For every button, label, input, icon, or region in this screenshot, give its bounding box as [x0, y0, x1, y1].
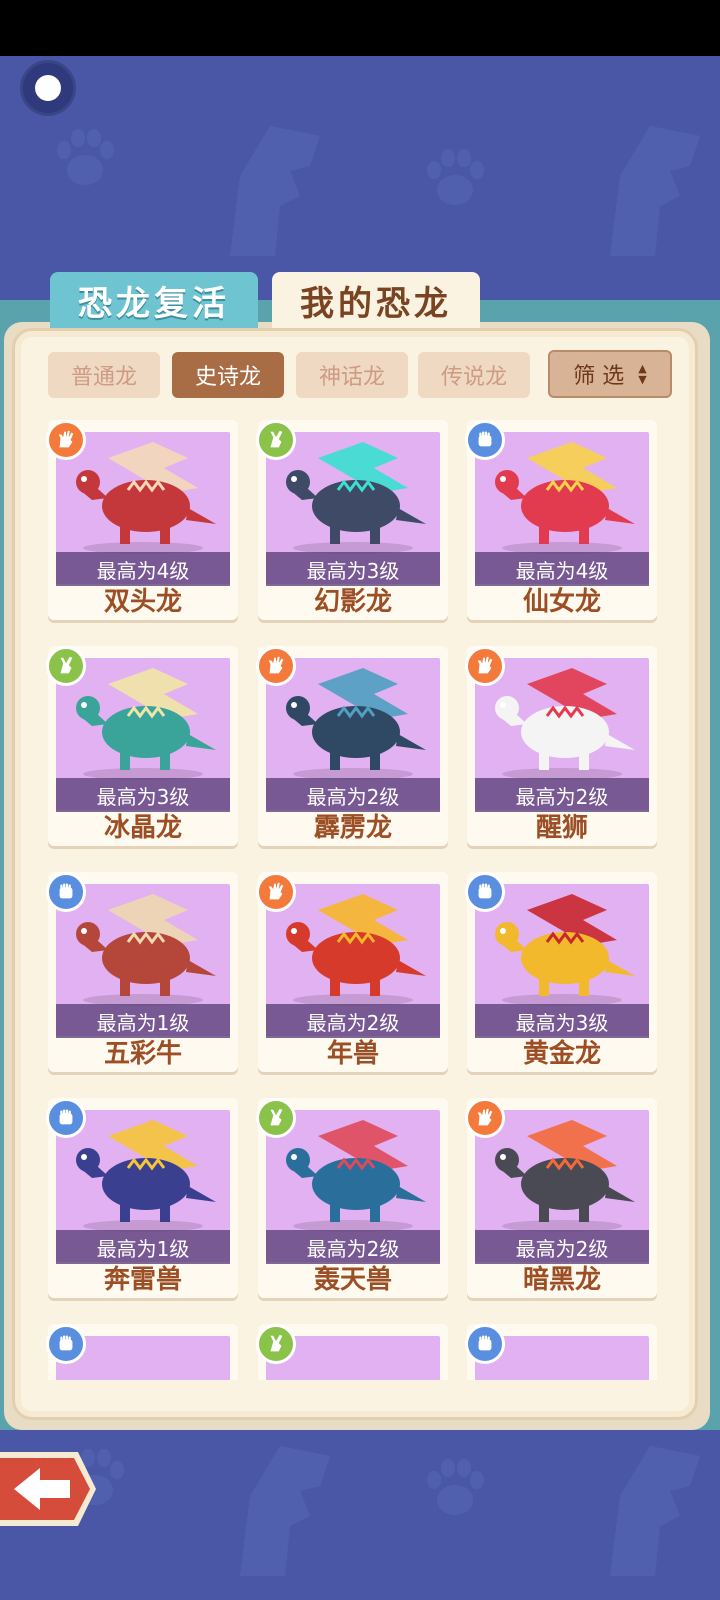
max-level-label: 最高为2级 [266, 1004, 440, 1038]
dino-name: 醒狮 [535, 813, 588, 843]
max-level-label: 最高为3级 [266, 552, 440, 586]
sort-filter-button[interactable]: 筛 选 ▲ ▼ [548, 350, 672, 398]
hand-scissors-icon [256, 420, 296, 460]
status-bar [0, 0, 720, 56]
dino-name: 霹雳龙 [313, 813, 392, 843]
max-level-label: 最高为3级 [475, 1004, 649, 1038]
dino-card[interactable]: 最高为1级 五彩牛 [46, 872, 238, 1072]
dino-name: 双头龙 [103, 587, 182, 617]
dino-name: 年兽 [326, 1039, 379, 1069]
max-level-label: 最高为2级 [266, 1230, 440, 1264]
dino-card[interactable]: 最高为1级 奔雷兽 [46, 1098, 238, 1298]
max-level-label: 最高为1级 [56, 1230, 230, 1264]
dino-silhouette-icon [610, 126, 700, 256]
dino-silhouette-icon [610, 1446, 700, 1576]
dino-card-grid: 最高为4级 双头龙 最高为3级 幻影龙 最高为4级 仙女龙 最高为3级 冰晶龙 最高为2级 霹雳龙… [40, 420, 680, 1380]
dino-silhouette-icon [240, 1446, 330, 1576]
dino-name: 冰晶龙 [103, 813, 182, 843]
filter-legend[interactable]: 传说龙 [418, 352, 530, 398]
hand-paper-icon [256, 872, 296, 912]
dino-card[interactable]: 最高为3级 冰晶龙 [46, 646, 238, 846]
dino-name: 幻影龙 [313, 587, 392, 617]
dino-silhouette-icon [230, 126, 320, 256]
dino-card[interactable]: 最高为4级 仙女龙 [465, 420, 657, 620]
floating-assist-button[interactable] [20, 60, 76, 116]
dino-name: 五彩牛 [103, 1039, 182, 1069]
max-level-label: 最高为4级 [475, 552, 649, 586]
hand-rock-icon [46, 1324, 86, 1364]
paw-print-icon [427, 149, 484, 205]
dino-card[interactable]: 最高为3级 幻影龙 [256, 420, 448, 620]
hand-scissors-icon [256, 1324, 296, 1364]
max-level-label: 最高为2级 [475, 778, 649, 812]
hand-rock-icon [46, 872, 86, 912]
hand-rock-icon [465, 1324, 505, 1364]
filter-epic[interactable]: 史诗龙 [172, 352, 284, 398]
dino-card[interactable] [465, 1324, 657, 1380]
dino-name: 轰天兽 [313, 1265, 392, 1295]
hand-paper-icon [46, 420, 86, 460]
filter-common[interactable]: 普通龙 [48, 352, 160, 398]
hand-rock-icon [465, 872, 505, 912]
paw-print-icon [57, 129, 114, 185]
max-level-label: 最高为2级 [475, 1230, 649, 1264]
max-level-label: 最高为1级 [56, 1004, 230, 1038]
tab-my-dinos[interactable]: 我的恐龙 [272, 272, 480, 328]
dino-card[interactable]: 最高为3级 黄金龙 [465, 872, 657, 1072]
max-level-label: 最高为2级 [266, 778, 440, 812]
dino-card[interactable] [46, 1324, 238, 1380]
hand-rock-icon [46, 1098, 86, 1138]
dino-card[interactable] [256, 1324, 448, 1380]
dino-card[interactable]: 最高为4级 双头龙 [46, 420, 238, 620]
dino-name: 仙女龙 [522, 587, 601, 617]
filter-myth[interactable]: 神话龙 [296, 352, 408, 398]
hand-paper-icon [465, 1098, 505, 1138]
dino-card[interactable]: 最高为2级 年兽 [256, 872, 448, 1072]
back-arrow-button[interactable] [0, 1446, 98, 1532]
max-level-label: 最高为3级 [56, 778, 230, 812]
hand-scissors-icon [46, 646, 86, 686]
dino-card[interactable]: 最高为2级 醒狮 [465, 646, 657, 846]
sort-arrows-icon: ▲ ▼ [638, 362, 647, 386]
hand-paper-icon [256, 646, 296, 686]
max-level-label: 最高为4级 [56, 552, 230, 586]
hand-scissors-icon [256, 1098, 296, 1138]
tab-dino-revive[interactable]: 恐龙复活 [50, 272, 258, 328]
paw-print-icon [427, 1459, 484, 1515]
dino-name: 暗黑龙 [522, 1265, 601, 1295]
hand-rock-icon [465, 420, 505, 460]
dino-card[interactable]: 最高为2级 轰天兽 [256, 1098, 448, 1298]
dino-name: 奔雷兽 [103, 1265, 182, 1295]
hand-paper-icon [465, 646, 505, 686]
dino-card[interactable]: 最高为2级 暗黑龙 [465, 1098, 657, 1298]
dino-card[interactable]: 最高为2级 霹雳龙 [256, 646, 448, 846]
dino-name: 黄金龙 [522, 1039, 601, 1069]
sort-filter-label: 筛 选 [573, 364, 625, 389]
